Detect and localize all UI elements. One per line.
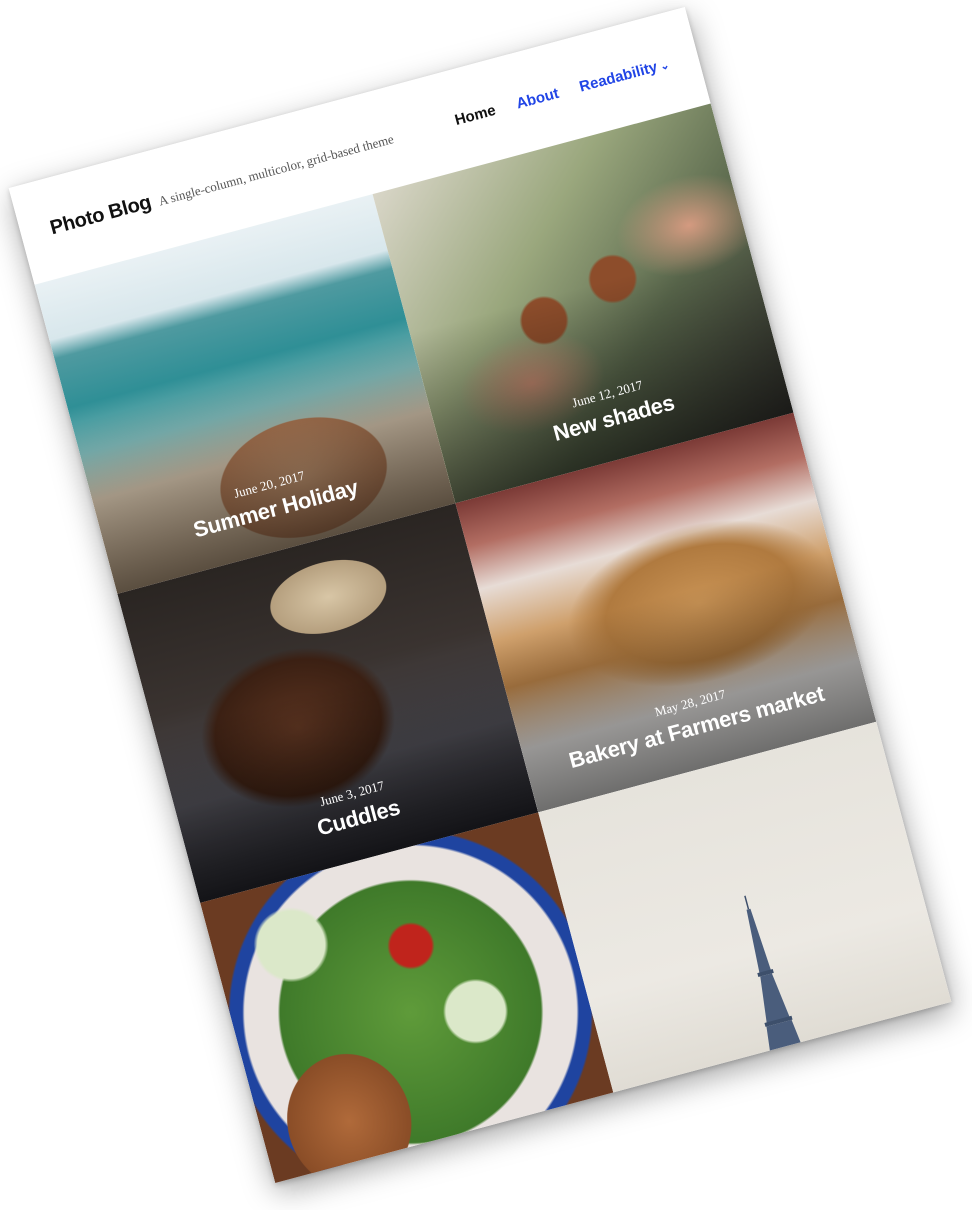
nav-item-about[interactable]: About	[514, 84, 560, 112]
chevron-down-icon: ⌄	[658, 58, 671, 73]
nav-item-readability[interactable]: Readability⌄	[577, 55, 671, 95]
page-screenshot-card: Photo Blog A single-column, multicolor, …	[8, 6, 952, 1184]
primary-nav: Home About Readability⌄	[453, 55, 671, 129]
site-title[interactable]: Photo Blog	[48, 191, 154, 240]
eiffel-tower-image	[743, 896, 813, 1085]
nav-item-home[interactable]: Home	[453, 101, 498, 128]
nav-item-readability-label: Readability	[577, 57, 660, 96]
post-grid: June 20, 2017 Summer Holiday June 12, 20…	[34, 103, 952, 1184]
